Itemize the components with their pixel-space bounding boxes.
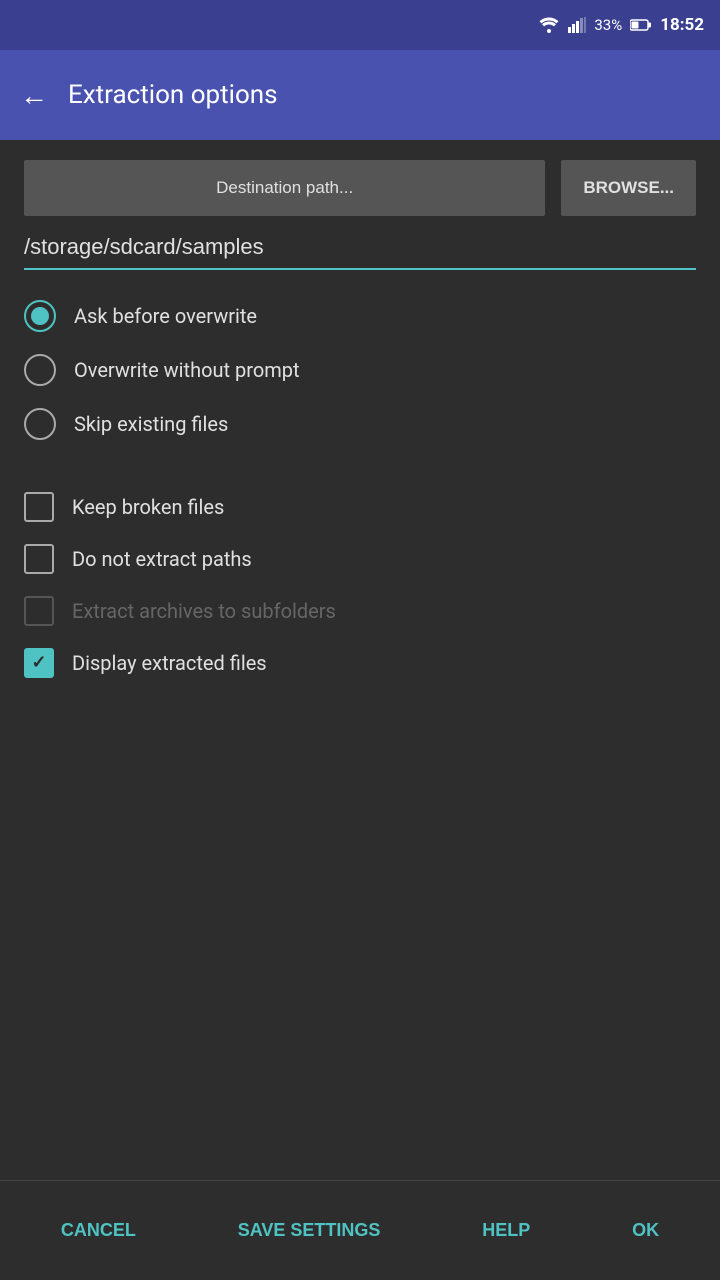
back-button[interactable]: ←: [20, 79, 48, 112]
cancel-button[interactable]: CANCEL: [41, 1209, 156, 1252]
checkbox-extract-subfolders: Extract archives to subfolders: [24, 596, 696, 626]
radio-overwrite-outer: [24, 354, 56, 386]
divider: [24, 482, 696, 492]
status-icons: 33% 18:52: [538, 15, 704, 35]
radio-ask-label: Ask before overwrite: [74, 304, 257, 328]
checkbox-keep-broken-label: Keep broken files: [72, 495, 224, 519]
save-settings-button[interactable]: SAVE SETTINGS: [218, 1209, 401, 1252]
radio-overwrite[interactable]: Overwrite without prompt: [24, 354, 696, 386]
checkmark-icon: ✓: [31, 654, 46, 672]
radio-options-section: Ask before overwrite Overwrite without p…: [24, 300, 696, 462]
checkbox-extract-subfolders-label: Extract archives to subfolders: [72, 599, 336, 623]
app-bar: ← Extraction options: [0, 50, 720, 140]
checkbox-no-extract-paths-label: Do not extract paths: [72, 547, 252, 571]
bottom-action-bar: CANCEL SAVE SETTINGS HELP OK: [0, 1180, 720, 1280]
radio-overwrite-label: Overwrite without prompt: [74, 358, 300, 382]
main-content: Destination path... BROWSE... Ask before…: [0, 140, 720, 1180]
checkbox-display-extracted-label: Display extracted files: [72, 651, 267, 675]
page-title: Extraction options: [68, 80, 278, 110]
browse-button[interactable]: BROWSE...: [561, 160, 696, 216]
checkbox-keep-broken-box: [24, 492, 54, 522]
ok-button[interactable]: OK: [612, 1209, 679, 1252]
battery-icon: [630, 19, 652, 31]
radio-ask-before-overwrite[interactable]: Ask before overwrite: [24, 300, 696, 332]
time-display: 18:52: [660, 15, 704, 35]
checkbox-extract-subfolders-box: [24, 596, 54, 626]
checkbox-keep-broken[interactable]: Keep broken files: [24, 492, 696, 522]
radio-ask-inner: [31, 307, 49, 325]
status-bar: 33% 18:52: [0, 0, 720, 50]
checkbox-display-extracted-box: ✓: [24, 648, 54, 678]
radio-skip[interactable]: Skip existing files: [24, 408, 696, 440]
checkbox-options-section: Keep broken files Do not extract paths E…: [24, 492, 696, 700]
path-input[interactable]: [24, 226, 696, 268]
radio-ask-outer: [24, 300, 56, 332]
radio-skip-label: Skip existing files: [74, 412, 228, 436]
destination-row: Destination path... BROWSE...: [24, 160, 696, 216]
checkbox-no-extract-paths[interactable]: Do not extract paths: [24, 544, 696, 574]
path-input-wrapper: [24, 226, 696, 270]
signal-icon: [568, 17, 586, 33]
help-button[interactable]: HELP: [462, 1209, 550, 1252]
checkbox-no-extract-paths-box: [24, 544, 54, 574]
content-spacer: [24, 700, 696, 1180]
checkbox-display-extracted[interactable]: ✓ Display extracted files: [24, 648, 696, 678]
radio-skip-outer: [24, 408, 56, 440]
wifi-icon: [538, 17, 560, 33]
battery-text: 33%: [594, 16, 622, 34]
destination-path-button[interactable]: Destination path...: [24, 160, 545, 216]
